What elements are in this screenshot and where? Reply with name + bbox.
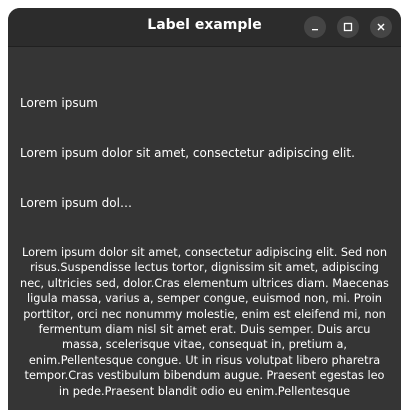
close-icon — [377, 23, 385, 31]
close-button[interactable] — [370, 16, 392, 38]
label-sentence: Lorem ipsum dolor sit amet, consectetur … — [20, 146, 355, 160]
label-content: Lorem ipsum Lorem ipsum dolor sit amet, … — [8, 47, 401, 410]
minimize-icon — [312, 29, 318, 31]
title-bar[interactable]: Label example — [8, 8, 401, 47]
maximize-icon — [343, 22, 353, 32]
label-ellipsized: Lorem ipsum dol… — [20, 196, 132, 210]
maximize-button[interactable] — [337, 16, 359, 38]
app-window: Label example Lorem ipsum Lorem ipsum do… — [8, 8, 401, 410]
label-wrapped-paragraph: Lorem ipsum dolor sit amet, consectetur … — [20, 246, 389, 398]
minimize-button[interactable] — [304, 16, 326, 38]
label-short: Lorem ipsum — [20, 96, 98, 110]
